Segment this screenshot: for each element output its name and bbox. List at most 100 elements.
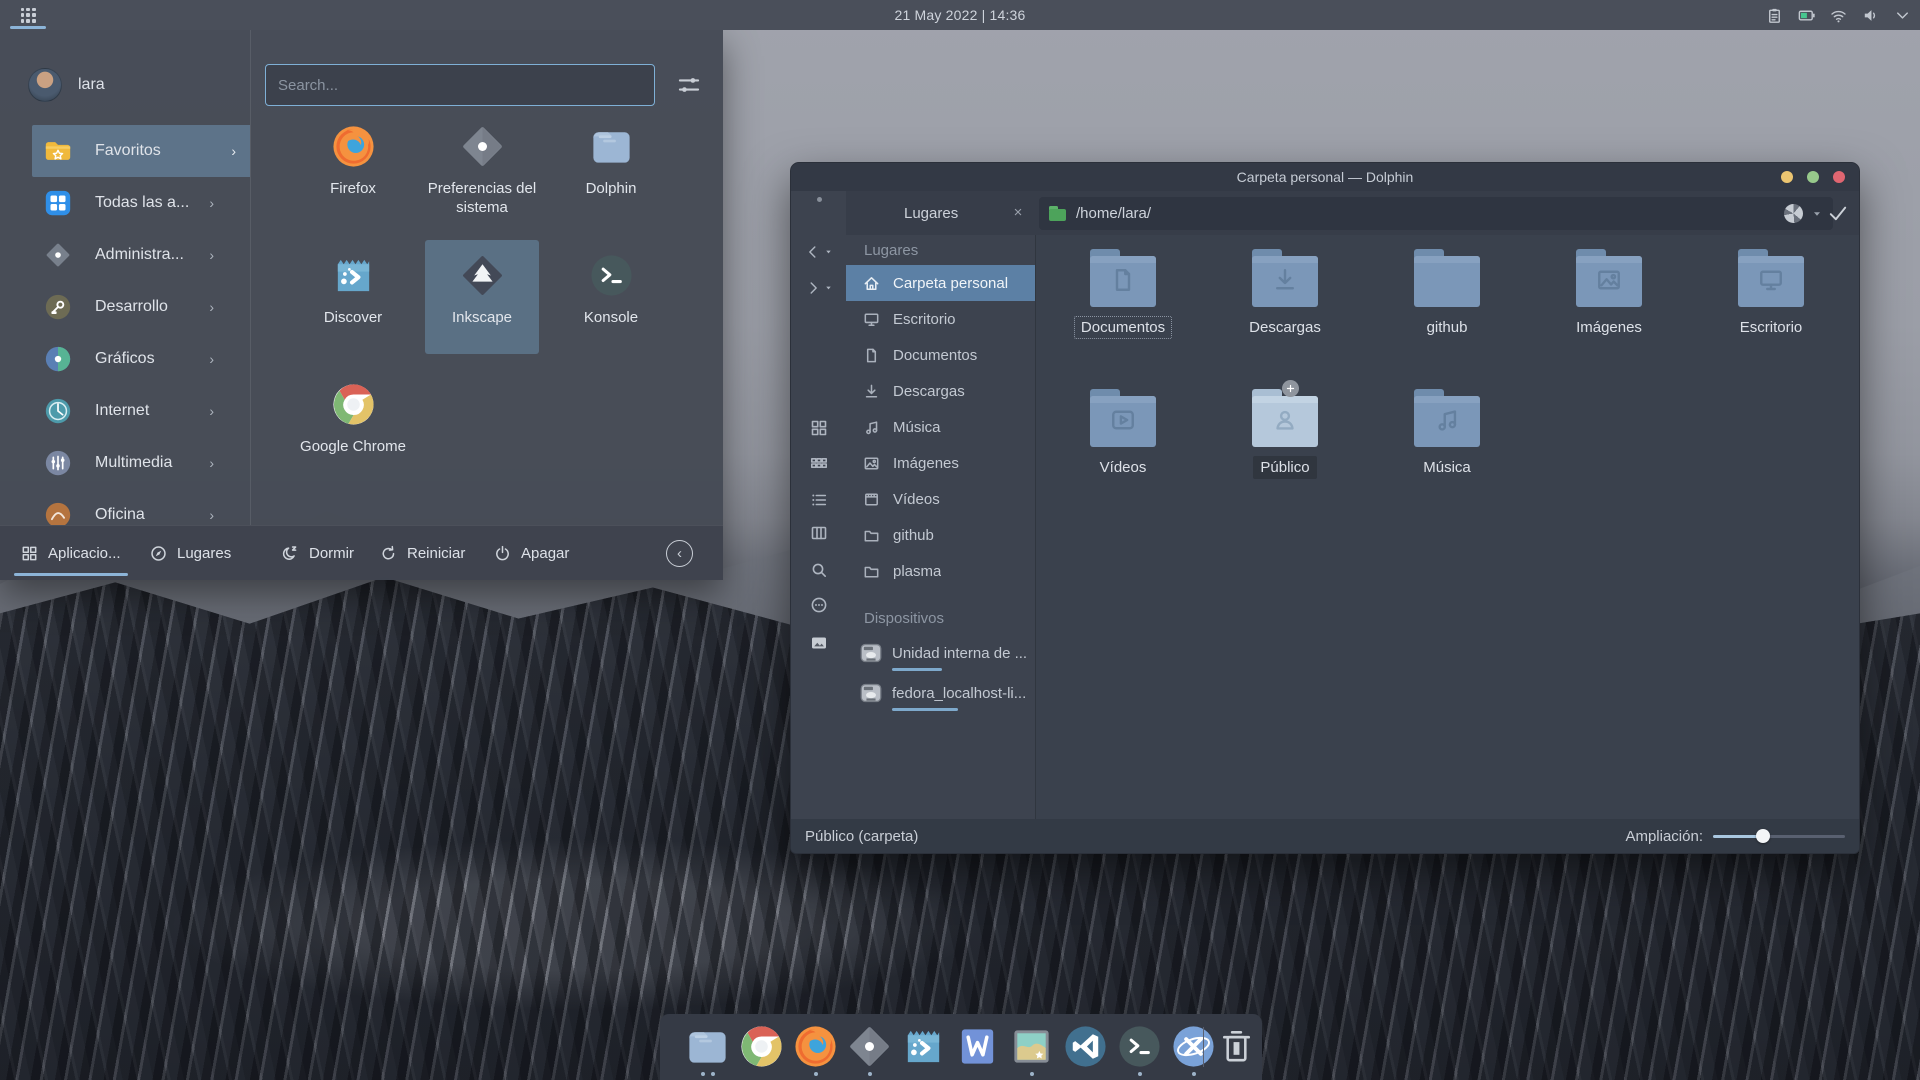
- category-item-graficos[interactable]: Gráficos›: [0, 333, 250, 385]
- place-item-escritorio[interactable]: Escritorio: [846, 301, 1035, 337]
- app-tile-inkscape[interactable]: Inkscape: [425, 240, 539, 354]
- file-documentos[interactable]: Documentos: [1053, 247, 1193, 387]
- panel-drag-handle: [817, 197, 822, 202]
- image-glyph-icon: [1594, 265, 1624, 295]
- clipboard-icon[interactable]: [1765, 6, 1784, 25]
- user-avatar: [28, 68, 62, 102]
- place-item-plasma[interactable]: plasma: [846, 553, 1035, 589]
- dock-item-code[interactable]: [1062, 1023, 1109, 1070]
- file-p-blico[interactable]: Público: [1215, 387, 1355, 527]
- code-icon: [1062, 1023, 1109, 1075]
- dock-item-discover[interactable]: [900, 1023, 947, 1070]
- category-label: Gráficos: [95, 350, 155, 368]
- ellipsis-view-button[interactable]: [791, 590, 846, 620]
- place-item-documentos[interactable]: Documentos: [846, 337, 1035, 373]
- session-action-label: Dormir: [309, 545, 354, 562]
- file-v-deos[interactable]: Vídeos: [1053, 387, 1193, 527]
- session-action-sleep[interactable]: Dormir: [281, 526, 354, 581]
- minimize-button[interactable]: [1781, 171, 1793, 183]
- image-icon: [862, 454, 881, 473]
- columns-view-button[interactable]: [791, 518, 846, 548]
- place-item-descargas[interactable]: Descargas: [846, 373, 1035, 409]
- category-item-internet[interactable]: Internet›: [0, 385, 250, 437]
- device-usage-bar: [892, 708, 958, 711]
- app-tile-chrome[interactable]: Google Chrome: [296, 369, 410, 483]
- session-action-restart[interactable]: Reiniciar: [379, 526, 465, 581]
- power-icon: [493, 544, 512, 563]
- dock-item-konsole[interactable]: [1116, 1023, 1163, 1070]
- admin-category-icon: [43, 240, 73, 270]
- url-dropdown-caret[interactable]: [1811, 208, 1823, 220]
- file-im-genes[interactable]: Imágenes: [1539, 247, 1679, 387]
- app-tile-dolphin[interactable]: Dolphin: [554, 111, 668, 225]
- close-button[interactable]: [1833, 171, 1845, 183]
- file-escritorio[interactable]: Escritorio: [1701, 247, 1841, 387]
- chevron-right-icon: ›: [209, 507, 214, 523]
- dock-item-firefox[interactable]: [792, 1023, 839, 1070]
- app-tile-settings[interactable]: Preferencias del sistema: [425, 111, 539, 225]
- green-folder-icon: [1049, 206, 1066, 221]
- chevron-down-icon[interactable]: [1893, 6, 1912, 25]
- collapse-session-button[interactable]: ‹: [666, 540, 693, 567]
- dock-item-settings[interactable]: [846, 1023, 893, 1070]
- folder-view[interactable]: DocumentosDescargasgithub Imágenes Escrito…: [1036, 235, 1859, 819]
- file-descargas[interactable]: Descargas: [1215, 247, 1355, 387]
- volume-icon[interactable]: [1861, 6, 1880, 25]
- dock-item-dolphin[interactable]: [684, 1023, 731, 1070]
- url-pie-icon[interactable]: [1784, 204, 1803, 223]
- dock-item-gwenview[interactable]: [1008, 1023, 1055, 1070]
- list-icon: [809, 490, 829, 510]
- category-item-todas[interactable]: Todas las a...›: [0, 177, 250, 229]
- zoom-slider[interactable]: [1713, 829, 1845, 843]
- location-bar[interactable]: /home/lara/: [1039, 197, 1833, 230]
- preview-view-button[interactable]: [791, 628, 846, 658]
- file-label: Escritorio: [1733, 316, 1810, 339]
- maximize-button[interactable]: [1807, 171, 1819, 183]
- select-plus-badge[interactable]: [1282, 380, 1299, 397]
- accept-check-icon[interactable]: [1826, 201, 1850, 225]
- footer-tab-compass[interactable]: Lugares: [149, 526, 231, 581]
- place-item-m-sica[interactable]: Música: [846, 409, 1035, 445]
- place-item-carpeta-personal[interactable]: Carpeta personal: [846, 265, 1035, 301]
- device-item[interactable]: fedora_localhost-li...: [846, 673, 1035, 713]
- dock-item-writer[interactable]: [954, 1023, 1001, 1070]
- user-row[interactable]: lara: [28, 68, 105, 102]
- zoom-slider-knob[interactable]: [1756, 829, 1770, 843]
- file-m-sica[interactable]: Música: [1377, 387, 1517, 527]
- place-item-v-deos[interactable]: Vídeos: [846, 481, 1035, 517]
- file-github[interactable]: github: [1377, 247, 1517, 387]
- battery-icon[interactable]: [1797, 6, 1816, 25]
- place-item-github[interactable]: github: [846, 517, 1035, 553]
- location-path: /home/lara/: [1076, 205, 1784, 222]
- panel-close-icon[interactable]: ×: [1008, 202, 1028, 222]
- dock-item-xapp[interactable]: [1170, 1023, 1217, 1070]
- category-item-favoritos[interactable]: Favoritos›: [32, 125, 250, 177]
- category-label: Oficina: [95, 506, 145, 524]
- file-label: Imágenes: [1569, 316, 1649, 339]
- search-view-button[interactable]: [791, 555, 846, 585]
- dock-item-trash[interactable]: [1213, 1023, 1260, 1070]
- category-item-admin[interactable]: Administra...›: [0, 229, 250, 281]
- list-view-button[interactable]: [791, 485, 846, 515]
- device-item[interactable]: Unidad interna de ...: [846, 633, 1035, 673]
- forward-button[interactable]: [791, 273, 846, 303]
- grid6-view-button[interactable]: [791, 448, 846, 478]
- category-item-oficina[interactable]: Oficina ›: [0, 489, 250, 525]
- app-tile-firefox[interactable]: Firefox: [296, 111, 410, 225]
- app-tile-konsole[interactable]: Konsole: [554, 240, 668, 354]
- dolphin-titlebar[interactable]: Carpeta personal — Dolphin: [791, 163, 1859, 191]
- grid4-view-button[interactable]: [791, 413, 846, 443]
- back-button[interactable]: [791, 237, 846, 267]
- application-launcher-button[interactable]: [8, 0, 48, 30]
- running-indicator: [792, 1072, 839, 1076]
- app-tile-discover[interactable]: Discover: [296, 240, 410, 354]
- dock-item-chrome[interactable]: [738, 1023, 785, 1070]
- session-action-power[interactable]: Apagar: [493, 526, 569, 581]
- chevron-right-icon: ›: [209, 247, 214, 263]
- category-list: Favoritos›Todas las a...›Administra...›D…: [0, 125, 250, 525]
- digital-clock[interactable]: 21 May 2022|14:36: [894, 0, 1025, 30]
- place-item-im-genes[interactable]: Imágenes: [846, 445, 1035, 481]
- category-item-desarrollo[interactable]: Desarrollo›: [0, 281, 250, 333]
- category-item-multimedia[interactable]: Multimedia›: [0, 437, 250, 489]
- wifi-icon[interactable]: [1829, 6, 1848, 25]
